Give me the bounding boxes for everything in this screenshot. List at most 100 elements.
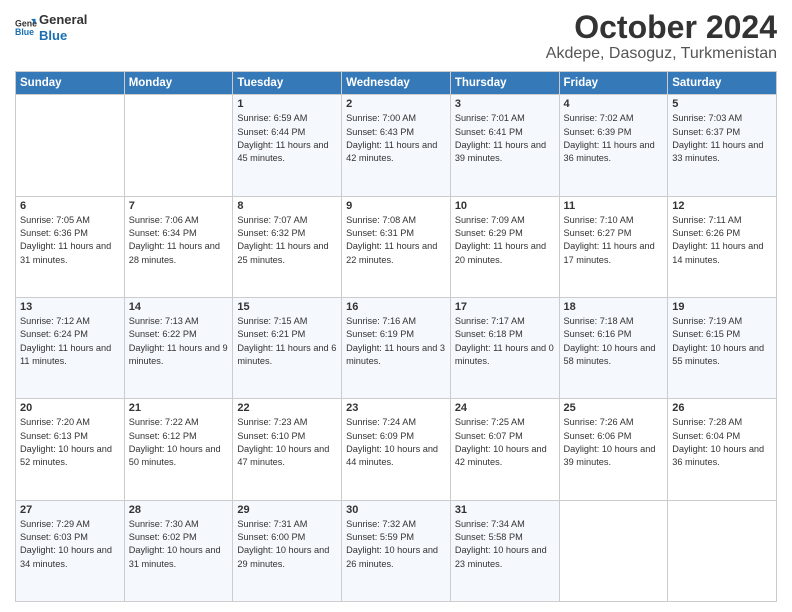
day-info: Sunrise: 7:13 AM Sunset: 6:22 PM Dayligh… (129, 315, 229, 368)
table-row: 3 Sunrise: 7:01 AM Sunset: 6:41 PM Daylig… (450, 95, 559, 196)
table-row: 15 Sunrise: 7:15 AM Sunset: 6:21 PM Dayli… (233, 297, 342, 398)
header-saturday: Saturday (668, 72, 777, 95)
day-number: 3 (455, 98, 555, 110)
logo-line2: Blue (39, 28, 87, 44)
day-info: Sunrise: 7:06 AM Sunset: 6:34 PM Dayligh… (129, 214, 229, 267)
day-info: Sunrise: 7:24 AM Sunset: 6:09 PM Dayligh… (346, 416, 446, 469)
table-row: 12 Sunrise: 7:11 AM Sunset: 6:26 PM Dayli… (668, 196, 777, 297)
day-info: Sunrise: 7:08 AM Sunset: 6:31 PM Dayligh… (346, 214, 446, 267)
day-info: Sunrise: 7:05 AM Sunset: 6:36 PM Dayligh… (20, 214, 120, 267)
day-info: Sunrise: 7:28 AM Sunset: 6:04 PM Dayligh… (672, 416, 772, 469)
calendar-week-row: 1 Sunrise: 6:59 AM Sunset: 6:44 PM Daylig… (16, 95, 777, 196)
day-number: 31 (455, 504, 555, 516)
day-number: 28 (129, 504, 229, 516)
day-number: 14 (129, 301, 229, 313)
day-number: 1 (237, 98, 337, 110)
table-row: 18 Sunrise: 7:18 AM Sunset: 6:16 PM Dayli… (559, 297, 668, 398)
day-info: Sunrise: 7:19 AM Sunset: 6:15 PM Dayligh… (672, 315, 772, 368)
day-info: Sunrise: 7:16 AM Sunset: 6:19 PM Dayligh… (346, 315, 446, 368)
table-row: 19 Sunrise: 7:19 AM Sunset: 6:15 PM Dayli… (668, 297, 777, 398)
day-number: 17 (455, 301, 555, 313)
day-info: Sunrise: 7:23 AM Sunset: 6:10 PM Dayligh… (237, 416, 337, 469)
day-info: Sunrise: 7:17 AM Sunset: 6:18 PM Dayligh… (455, 315, 555, 368)
calendar-week-row: 13Sunrise: 7:12 AM Sunset: 6:24 PM Dayli… (16, 297, 777, 398)
calendar-table: Sunday Monday Tuesday Wednesday Thursday… (15, 71, 777, 602)
title-block: October 2024 Akdepe, Dasoguz, Turkmenist… (546, 10, 777, 63)
table-row: 1 Sunrise: 6:59 AM Sunset: 6:44 PM Daylig… (233, 95, 342, 196)
header-sunday: Sunday (16, 72, 125, 95)
day-info: Sunrise: 7:07 AM Sunset: 6:32 PM Dayligh… (237, 214, 337, 267)
table-row: 5 Sunrise: 7:03 AM Sunset: 6:37 PM Daylig… (668, 95, 777, 196)
header: General Blue General Blue October 2024 A… (15, 10, 777, 63)
table-row: 13Sunrise: 7:12 AM Sunset: 6:24 PM Dayli… (16, 297, 125, 398)
table-row: 8 Sunrise: 7:07 AM Sunset: 6:32 PM Daylig… (233, 196, 342, 297)
day-info: Sunrise: 6:59 AM Sunset: 6:44 PM Dayligh… (237, 112, 337, 165)
day-number: 22 (237, 402, 337, 414)
day-number: 12 (672, 200, 772, 212)
day-number: 8 (237, 200, 337, 212)
day-info: Sunrise: 7:25 AM Sunset: 6:07 PM Dayligh… (455, 416, 555, 469)
day-number: 7 (129, 200, 229, 212)
day-number: 5 (672, 98, 772, 110)
table-row: 7 Sunrise: 7:06 AM Sunset: 6:34 PM Daylig… (124, 196, 233, 297)
day-number: 23 (346, 402, 446, 414)
page: General Blue General Blue October 2024 A… (0, 0, 792, 612)
table-row: 25 Sunrise: 7:26 AM Sunset: 6:06 PM Dayli… (559, 399, 668, 500)
table-row: 11Sunrise: 7:10 AM Sunset: 6:27 PM Dayli… (559, 196, 668, 297)
day-number: 20 (20, 402, 120, 414)
day-number: 6 (20, 200, 120, 212)
day-number: 4 (564, 98, 664, 110)
table-row (559, 500, 668, 601)
day-number: 2 (346, 98, 446, 110)
calendar-week-row: 6 Sunrise: 7:05 AM Sunset: 6:36 PM Daylig… (16, 196, 777, 297)
day-info: Sunrise: 7:03 AM Sunset: 6:37 PM Dayligh… (672, 112, 772, 165)
day-number: 30 (346, 504, 446, 516)
day-info: Sunrise: 7:34 AM Sunset: 5:58 PM Dayligh… (455, 518, 555, 571)
day-info: Sunrise: 7:18 AM Sunset: 6:16 PM Dayligh… (564, 315, 664, 368)
day-info: Sunrise: 7:11 AM Sunset: 6:26 PM Dayligh… (672, 214, 772, 267)
day-info: Sunrise: 7:09 AM Sunset: 6:29 PM Dayligh… (455, 214, 555, 267)
header-tuesday: Tuesday (233, 72, 342, 95)
day-number: 11 (564, 200, 664, 212)
day-number: 25 (564, 402, 664, 414)
svg-text:Blue: Blue (15, 27, 34, 37)
table-row: 10 Sunrise: 7:09 AM Sunset: 6:29 PM Dayli… (450, 196, 559, 297)
logo: General Blue General Blue (15, 10, 87, 43)
day-number: 16 (346, 301, 446, 313)
logo-line1: General (39, 12, 87, 28)
table-row: 24 Sunrise: 7:25 AM Sunset: 6:07 PM Dayli… (450, 399, 559, 500)
day-info: Sunrise: 7:00 AM Sunset: 6:43 PM Dayligh… (346, 112, 446, 165)
day-info: Sunrise: 7:01 AM Sunset: 6:41 PM Dayligh… (455, 112, 555, 165)
calendar-week-row: 27Sunrise: 7:29 AM Sunset: 6:03 PM Dayli… (16, 500, 777, 601)
day-number: 10 (455, 200, 555, 212)
day-number: 15 (237, 301, 337, 313)
table-row: 31 Sunrise: 7:34 AM Sunset: 5:58 PM Dayli… (450, 500, 559, 601)
table-row: 23 Sunrise: 7:24 AM Sunset: 6:09 PM Dayli… (342, 399, 451, 500)
day-number: 18 (564, 301, 664, 313)
table-row: 29Sunrise: 7:31 AM Sunset: 6:00 PM Dayli… (233, 500, 342, 601)
day-number: 26 (672, 402, 772, 414)
day-number: 24 (455, 402, 555, 414)
day-info: Sunrise: 7:15 AM Sunset: 6:21 PM Dayligh… (237, 315, 337, 368)
table-row: 20Sunrise: 7:20 AM Sunset: 6:13 PM Dayli… (16, 399, 125, 500)
header-wednesday: Wednesday (342, 72, 451, 95)
table-row (124, 95, 233, 196)
day-number: 19 (672, 301, 772, 313)
table-row: 27Sunrise: 7:29 AM Sunset: 6:03 PM Dayli… (16, 500, 125, 601)
header-monday: Monday (124, 72, 233, 95)
calendar-week-row: 20Sunrise: 7:20 AM Sunset: 6:13 PM Dayli… (16, 399, 777, 500)
table-row: 14 Sunrise: 7:13 AM Sunset: 6:22 PM Dayli… (124, 297, 233, 398)
table-row: 17 Sunrise: 7:17 AM Sunset: 6:18 PM Dayli… (450, 297, 559, 398)
table-row: 4Sunrise: 7:02 AM Sunset: 6:39 PM Daylig… (559, 95, 668, 196)
calendar-header-row: Sunday Monday Tuesday Wednesday Thursday… (16, 72, 777, 95)
day-info: Sunrise: 7:32 AM Sunset: 5:59 PM Dayligh… (346, 518, 446, 571)
day-info: Sunrise: 7:31 AM Sunset: 6:00 PM Dayligh… (237, 518, 337, 571)
day-number: 9 (346, 200, 446, 212)
table-row: 30 Sunrise: 7:32 AM Sunset: 5:59 PM Dayli… (342, 500, 451, 601)
day-info: Sunrise: 7:26 AM Sunset: 6:06 PM Dayligh… (564, 416, 664, 469)
table-row: 21Sunrise: 7:22 AM Sunset: 6:12 PM Dayli… (124, 399, 233, 500)
header-thursday: Thursday (450, 72, 559, 95)
table-row: 26 Sunrise: 7:28 AM Sunset: 6:04 PM Dayli… (668, 399, 777, 500)
table-row: 22 Sunrise: 7:23 AM Sunset: 6:10 PM Dayli… (233, 399, 342, 500)
page-subtitle: Akdepe, Dasoguz, Turkmenistan (546, 45, 777, 63)
